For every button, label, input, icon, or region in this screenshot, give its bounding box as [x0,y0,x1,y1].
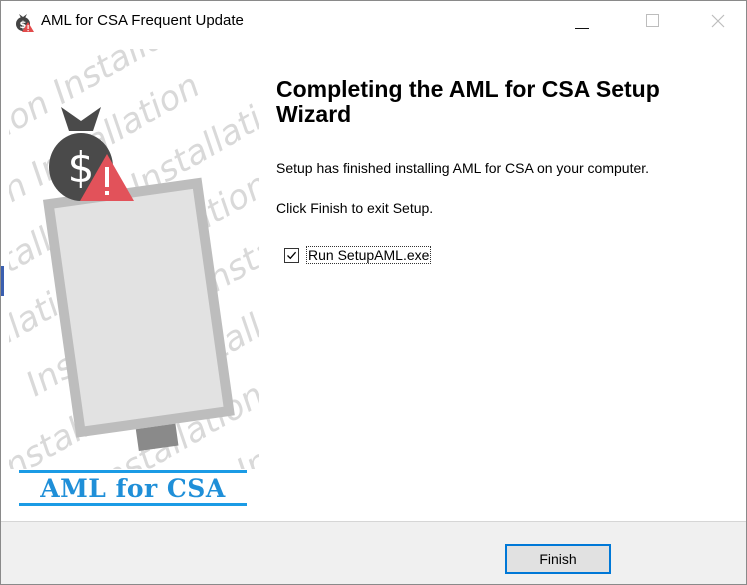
close-button[interactable] [695,1,741,41]
banner-artwork: Installation Installation Installation I… [9,49,259,469]
checkmark-icon [287,251,297,260]
setup-wizard-window: $ AML for CSA Frequent Update Installati… [0,0,747,585]
minimize-icon [575,28,589,29]
minimize-button[interactable] [559,1,605,41]
run-setup-label[interactable]: Run SetupAML.exe [306,246,432,264]
window-title: AML for CSA Frequent Update [41,12,244,29]
finish-button[interactable]: Finish [505,544,611,574]
run-setup-checkbox[interactable] [284,248,299,263]
maximize-icon [646,14,659,27]
button-bar: Finish [1,522,746,584]
wizard-banner: Installation Installation Installation I… [9,49,259,513]
maximize-button[interactable] [629,1,675,41]
completion-message: Setup has finished installing AML for CS… [276,160,650,176]
left-edge-accent [1,266,4,296]
page-title: Completing the AML for CSA Setup Wizard [276,76,660,127]
brand-divider-bottom [19,503,247,506]
title-bar[interactable]: $ AML for CSA Frequent Update [1,1,746,41]
brand-divider-top [19,470,247,473]
money-bag-warning-icon: $ [13,11,35,33]
exit-instruction: Click Finish to exit Setup. [276,200,434,216]
brand-logo-text: AML for CSA [40,474,226,503]
